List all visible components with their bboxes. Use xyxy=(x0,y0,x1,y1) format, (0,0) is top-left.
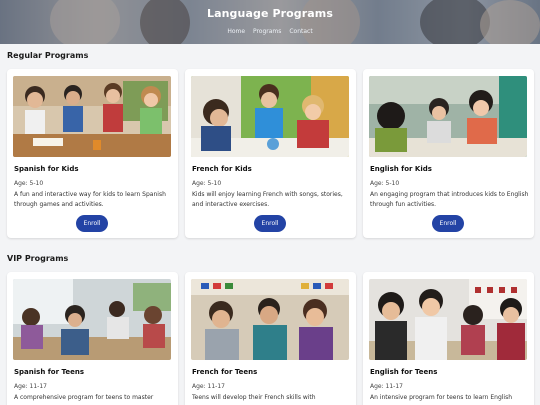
nav-link-contact[interactable]: Contact xyxy=(289,28,312,35)
program-image xyxy=(191,279,349,360)
classroom-photo xyxy=(369,76,527,157)
program-age: Age: 5-10 xyxy=(14,180,44,187)
program-title: English for Kids xyxy=(370,165,432,173)
program-title: French for Kids xyxy=(192,165,252,173)
program-card-spanish-teens: Spanish for Teens Age: 11-17 A comprehen… xyxy=(7,272,178,405)
program-card-french-kids: French for Kids Age: 5-10 Kids will enjo… xyxy=(185,69,356,238)
program-age: Age: 5-10 xyxy=(370,180,400,187)
classroom-photo xyxy=(13,76,171,157)
classroom-photo xyxy=(191,76,349,157)
program-age: Age: 5-10 xyxy=(192,180,222,187)
program-image xyxy=(13,76,171,157)
program-age: Age: 11-17 xyxy=(370,383,403,390)
program-description: An engaging program that introduces kids… xyxy=(370,191,529,208)
enroll-button[interactable]: Enroll xyxy=(76,215,108,232)
program-image xyxy=(13,279,171,360)
program-image xyxy=(369,76,527,157)
hero-banner: Language Programs Home Programs Contact xyxy=(0,0,540,44)
program-title: French for Teens xyxy=(192,368,258,376)
page-title: Language Programs xyxy=(206,7,334,20)
program-title: Spanish for Kids xyxy=(14,165,79,173)
program-card-french-teens: French for Teens Age: 11-17 Teens will d… xyxy=(185,272,356,405)
program-description: An intensive program for teens to learn … xyxy=(370,394,513,401)
section-title-regular: Regular Programs xyxy=(7,51,89,60)
classroom-photo xyxy=(13,279,171,360)
program-age: Age: 11-17 xyxy=(14,383,47,390)
program-card-english-teens: English for Teens Age: 11-17 An intensiv… xyxy=(363,272,534,405)
program-image xyxy=(369,279,527,360)
classroom-photo xyxy=(191,279,349,360)
program-description: A fun and interactive way for kids to le… xyxy=(14,191,166,208)
program-age: Age: 11-17 xyxy=(192,383,225,390)
program-description: Kids will enjoy learning French with son… xyxy=(192,191,343,208)
nav-link-home[interactable]: Home xyxy=(227,28,245,35)
enroll-button[interactable]: Enroll xyxy=(432,215,464,232)
program-title: Spanish for Teens xyxy=(14,368,84,376)
program-image xyxy=(191,76,349,157)
program-card-spanish-kids: Spanish for Kids Age: 5-10 A fun and int… xyxy=(7,69,178,238)
enroll-button[interactable]: Enroll xyxy=(254,215,286,232)
program-card-english-kids: English for Kids Age: 5-10 An engaging p… xyxy=(363,69,534,238)
classroom-photo xyxy=(369,279,527,360)
program-description: Teens will develop their French skills w… xyxy=(192,394,316,401)
main-nav: Home Programs Contact xyxy=(0,28,540,35)
program-description: A comprehensive program for teens to mas… xyxy=(14,394,154,401)
program-title: English for Teens xyxy=(370,368,438,376)
section-title-vip: VIP Programs xyxy=(7,254,69,263)
nav-link-programs[interactable]: Programs xyxy=(253,28,281,35)
